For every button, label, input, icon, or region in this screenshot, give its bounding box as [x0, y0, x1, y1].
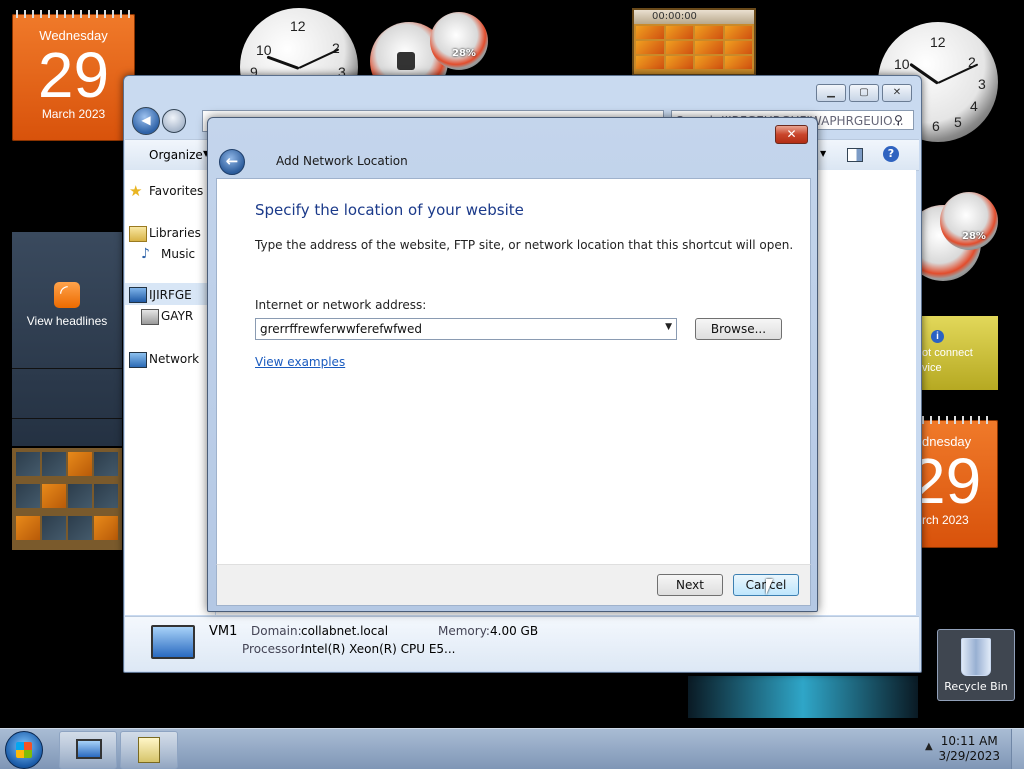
nav-computer[interactable]: IJIRFGE: [149, 288, 192, 302]
chevron-down-icon[interactable]: ▼: [665, 322, 672, 332]
nav-drive[interactable]: GAYR: [161, 309, 193, 323]
system-clock[interactable]: 10:11 AM 3/29/2023: [938, 734, 1000, 764]
recycle-bin-label: Recycle Bin: [944, 680, 1008, 693]
page-heading: Specify the location of your website: [255, 201, 524, 219]
windows-logo-icon: [16, 742, 32, 758]
info-icon: i: [931, 330, 944, 343]
add-network-location-dialog[interactable]: ✕ ← Add Network Location Specify the loc…: [207, 117, 818, 612]
music-note-icon: ♪: [141, 246, 150, 262]
dialog-body: Specify the location of your website Typ…: [216, 178, 811, 564]
taskbar: ▲ 10:11 AM 3/29/2023: [0, 728, 1024, 769]
calendar-gadget-right[interactable]: dnesday 29 rch 2023: [910, 416, 998, 548]
media-strip: [688, 676, 918, 718]
show-desktop-button[interactable]: [1011, 729, 1024, 769]
network-folder-icon: [138, 737, 160, 763]
dialog-title: Add Network Location: [276, 154, 408, 168]
nav-music[interactable]: Music: [161, 247, 195, 261]
computer-large-icon: [151, 625, 195, 659]
clock-date: 3/29/2023: [938, 749, 1000, 763]
clock-numeral: 12: [290, 18, 306, 34]
minimize-button[interactable]: ▁: [816, 84, 846, 102]
taskbar-network-location-button[interactable]: [120, 731, 178, 769]
back-arrow-icon[interactable]: ←: [219, 149, 245, 175]
clock-time: 10:11 AM: [940, 734, 998, 748]
nav-libraries[interactable]: Libraries: [149, 226, 201, 240]
dialog-footer: Next Cancel: [216, 564, 811, 606]
view-options-chevron-icon[interactable]: ▼: [820, 149, 826, 158]
clock-numeral: 10: [894, 56, 910, 72]
close-window-button[interactable]: ✕: [882, 84, 912, 102]
cpu-meter-center: [397, 52, 415, 70]
calendar-rings: [16, 10, 131, 18]
weather-gadget[interactable]: i ot connect vice: [918, 316, 998, 390]
calendar-month-year: rch 2023: [922, 513, 969, 527]
weather-error-line2: vice: [922, 362, 942, 374]
memory-label: Memory:: [438, 624, 490, 638]
back-arrow-icon[interactable]: ◀: [132, 107, 160, 135]
weather-error-line1: ot connect: [922, 347, 973, 359]
start-button[interactable]: [5, 731, 43, 769]
calendar-gadget-left[interactable]: Wednesday 29 March 2023: [12, 10, 135, 141]
puzzle-timer: 00:00:00: [634, 10, 754, 24]
computer-name: VM1: [209, 624, 238, 639]
processor-value: Intel(R) Xeon(R) CPU E5...: [301, 642, 456, 656]
view-examples-link[interactable]: View examples: [255, 355, 345, 369]
clock-numeral: 6: [932, 118, 940, 134]
recycle-bin-graphic: [961, 638, 991, 676]
nav-network[interactable]: Network: [149, 352, 199, 366]
instruction-text: Type the address of the website, FTP sit…: [255, 238, 794, 252]
mouse-cursor-icon: [766, 579, 773, 595]
domain-value: collabnet.local: [301, 624, 389, 638]
navigation-pane: ★ Favorites Libraries ♪ Music IJIRFGE GA…: [125, 170, 215, 615]
slideshow-gadget[interactable]: [12, 448, 122, 550]
rss-icon: [54, 280, 80, 308]
puzzle-grid[interactable]: [634, 24, 754, 71]
next-button[interactable]: Next: [657, 574, 723, 596]
libraries-icon: [129, 226, 147, 242]
details-pane: VM1 Domain: collabnet.local Memory: 4.00…: [125, 616, 919, 671]
search-icon[interactable]: ⚲: [894, 113, 903, 127]
picture-puzzle-gadget[interactable]: 00:00:00: [632, 8, 756, 76]
show-hidden-icons-icon[interactable]: ▲: [925, 741, 933, 752]
feed-headlines-label[interactable]: View headlines: [12, 314, 122, 328]
calendar-month-year: March 2023: [41, 107, 106, 121]
clock-numeral: 5: [954, 114, 962, 130]
taskbar-computer-button[interactable]: [59, 731, 117, 769]
computer-icon: [129, 287, 147, 303]
organize-button[interactable]: Organize: [149, 148, 203, 162]
calendar-date: 29: [910, 445, 982, 517]
clock-minute-hand: [937, 63, 979, 84]
memory-percent-right: 28%: [962, 231, 986, 242]
preview-pane-icon[interactable]: [847, 148, 863, 162]
star-icon: ★: [129, 182, 143, 200]
drive-icon: [141, 309, 159, 325]
clock-hour-hand: [266, 55, 300, 70]
domain-label: Domain:: [251, 624, 302, 638]
dialog-close-button[interactable]: ✕: [775, 125, 808, 144]
clock-numeral: 12: [930, 34, 946, 50]
calendar-rings: [922, 416, 994, 424]
network-address-value[interactable]: grerrffrewferwwferefwfwed: [260, 322, 422, 336]
network-address-combobox[interactable]: grerrffrewferwwferefwfwed ▼: [255, 318, 677, 340]
clock-minute-hand: [298, 48, 340, 69]
calendar-date: 29: [37, 39, 110, 111]
nav-favorites[interactable]: Favorites: [149, 184, 203, 198]
network-icon: [129, 352, 147, 368]
feed-headlines-gadget[interactable]: View headlines: [12, 232, 122, 446]
processor-label: Processor:: [242, 642, 304, 656]
browse-button[interactable]: Browse...: [695, 318, 782, 340]
help-icon[interactable]: ?: [883, 146, 899, 162]
maximize-button[interactable]: ▢: [849, 84, 879, 102]
recycle-bin-icon[interactable]: Recycle Bin: [937, 629, 1015, 701]
memory-value: 4.00 GB: [490, 624, 539, 638]
clock-numeral: 4: [970, 98, 978, 114]
memory-percent: 28%: [452, 48, 476, 59]
forward-arrow-icon[interactable]: [162, 109, 186, 133]
clock-numeral: 3: [978, 76, 986, 92]
address-field-label: Internet or network address:: [255, 298, 427, 312]
computer-icon: [76, 739, 102, 759]
memory-meter-gauge[interactable]: [430, 12, 488, 70]
